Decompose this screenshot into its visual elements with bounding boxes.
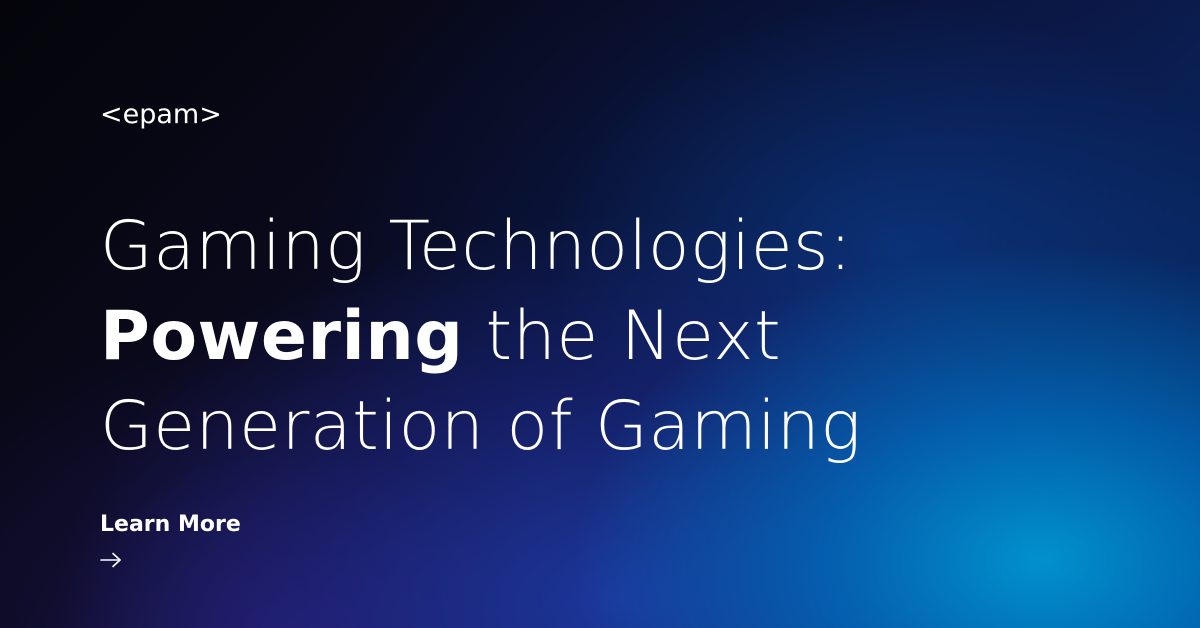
headline-line-1: Gaming Technologies: [100,207,853,286]
banner: <epam> Gaming Technologies: Powering the… [0,0,1200,628]
headline-line-2-rest: the Next [463,297,782,376]
arrow-right-icon [100,552,121,568]
headline-line-3: Generation of Gaming [100,387,862,466]
learn-more-link[interactable]: Learn More [100,510,241,568]
headline: Gaming Technologies: Powering the Next G… [100,202,862,472]
headline-line-2: Powering the Next [100,292,862,382]
headline-emphasis: Powering [100,297,464,376]
epam-logo: <epam> [100,99,222,130]
learn-more-label: Learn More [100,512,241,537]
